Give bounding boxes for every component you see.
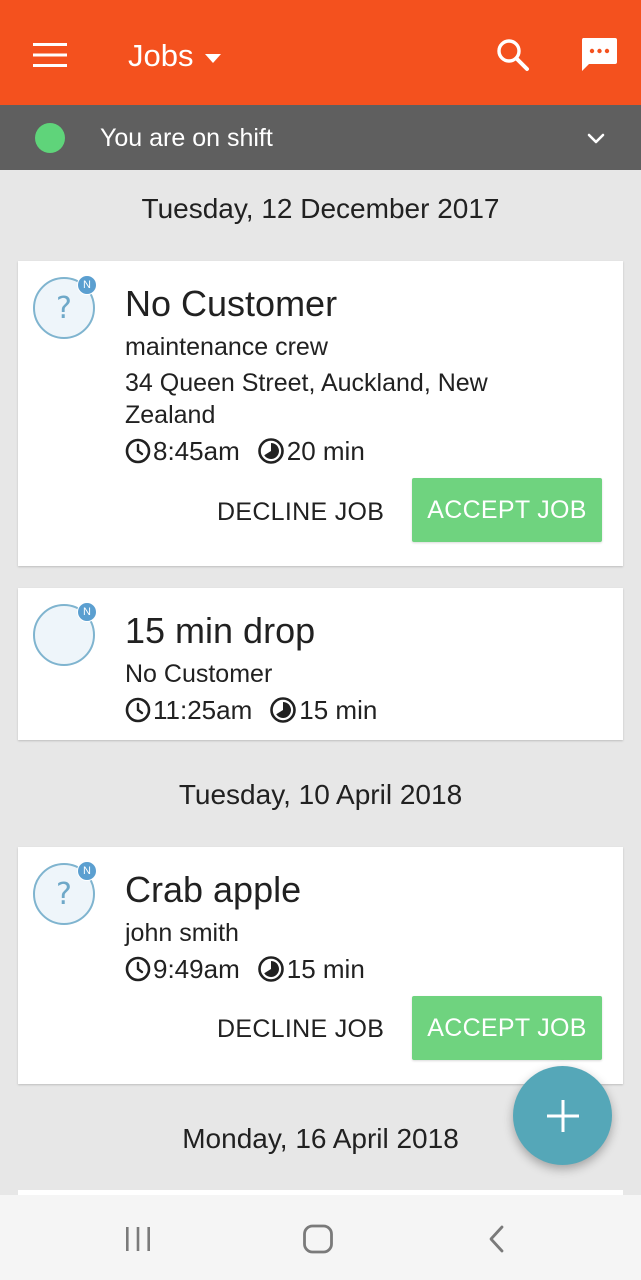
job-title: No Customer xyxy=(125,283,338,324)
job-meta: 11:25am 15 min xyxy=(125,695,377,725)
chat-bubble-icon xyxy=(581,38,617,71)
back-button[interactable] xyxy=(472,1215,522,1263)
clock-icon xyxy=(125,956,151,982)
job-duration: 15 min xyxy=(286,954,365,984)
job-time: 11:25am xyxy=(153,695,253,725)
new-badge: N xyxy=(77,861,97,881)
decline-job-button[interactable]: DECLINE JOB xyxy=(217,497,384,527)
duration-icon xyxy=(257,956,284,982)
job-subtitle: maintenance crew xyxy=(125,333,328,361)
back-icon xyxy=(489,1225,504,1253)
shift-status-text: You are on shift xyxy=(100,124,273,152)
date-header: Tuesday, 12 December 2017 xyxy=(141,193,500,224)
job-duration: 20 min xyxy=(286,436,365,466)
job-card[interactable]: ? N Crab apple john smith 9:49am 15 min … xyxy=(18,847,623,1084)
clock-icon xyxy=(125,438,151,464)
chevron-down-icon[interactable] xyxy=(583,126,609,152)
job-card[interactable]: N 15 min drop No Customer 11:25am 15 min xyxy=(18,588,623,740)
accept-job-button[interactable]: ACCEPT JOB xyxy=(412,478,602,542)
hamburger-menu-icon xyxy=(33,43,67,67)
job-subtitle: john smith xyxy=(125,919,239,947)
decline-job-button[interactable]: DECLINE JOB xyxy=(217,1014,384,1044)
recents-icon xyxy=(126,1227,150,1251)
job-title: Crab apple xyxy=(125,869,302,910)
duration-icon xyxy=(257,438,284,464)
recents-button[interactable] xyxy=(113,1215,163,1263)
job-subtitle: No Customer xyxy=(125,660,273,688)
app-bar xyxy=(0,0,641,105)
shift-status-indicator xyxy=(35,123,65,153)
job-address: 34 Queen Street, Auckland, New Zealand xyxy=(125,369,488,429)
job-time: 8:45am xyxy=(153,436,240,466)
search-button[interactable] xyxy=(488,30,538,80)
duration-icon xyxy=(270,697,297,723)
job-meta: 9:49am 15 min xyxy=(125,954,365,984)
job-meta: 8:45am 20 min xyxy=(125,436,365,466)
chat-button[interactable] xyxy=(574,30,624,80)
new-badge: N xyxy=(77,602,97,622)
home-icon xyxy=(303,1224,333,1254)
caret-down-icon xyxy=(205,53,222,63)
clock-icon xyxy=(125,697,151,723)
shift-status-bar[interactable] xyxy=(0,105,641,170)
plus-icon xyxy=(546,1099,579,1132)
search-icon xyxy=(497,39,529,71)
new-badge: N xyxy=(77,275,97,295)
date-header: Tuesday, 10 April 2018 xyxy=(178,779,463,810)
job-time: 9:49am xyxy=(153,954,240,984)
job-duration: 15 min xyxy=(299,695,378,725)
job-card[interactable]: ? N No Customer maintenance crew 34 Quee… xyxy=(18,261,623,566)
page-title: Jobs xyxy=(128,38,194,73)
jobs-view-dropdown[interactable]: Jobs xyxy=(128,34,222,78)
home-button[interactable] xyxy=(293,1215,343,1263)
add-job-button[interactable] xyxy=(513,1066,612,1165)
accept-job-button[interactable]: ACCEPT JOB xyxy=(412,996,602,1060)
job-title: 15 min drop xyxy=(125,610,316,651)
menu-button[interactable] xyxy=(20,28,80,82)
